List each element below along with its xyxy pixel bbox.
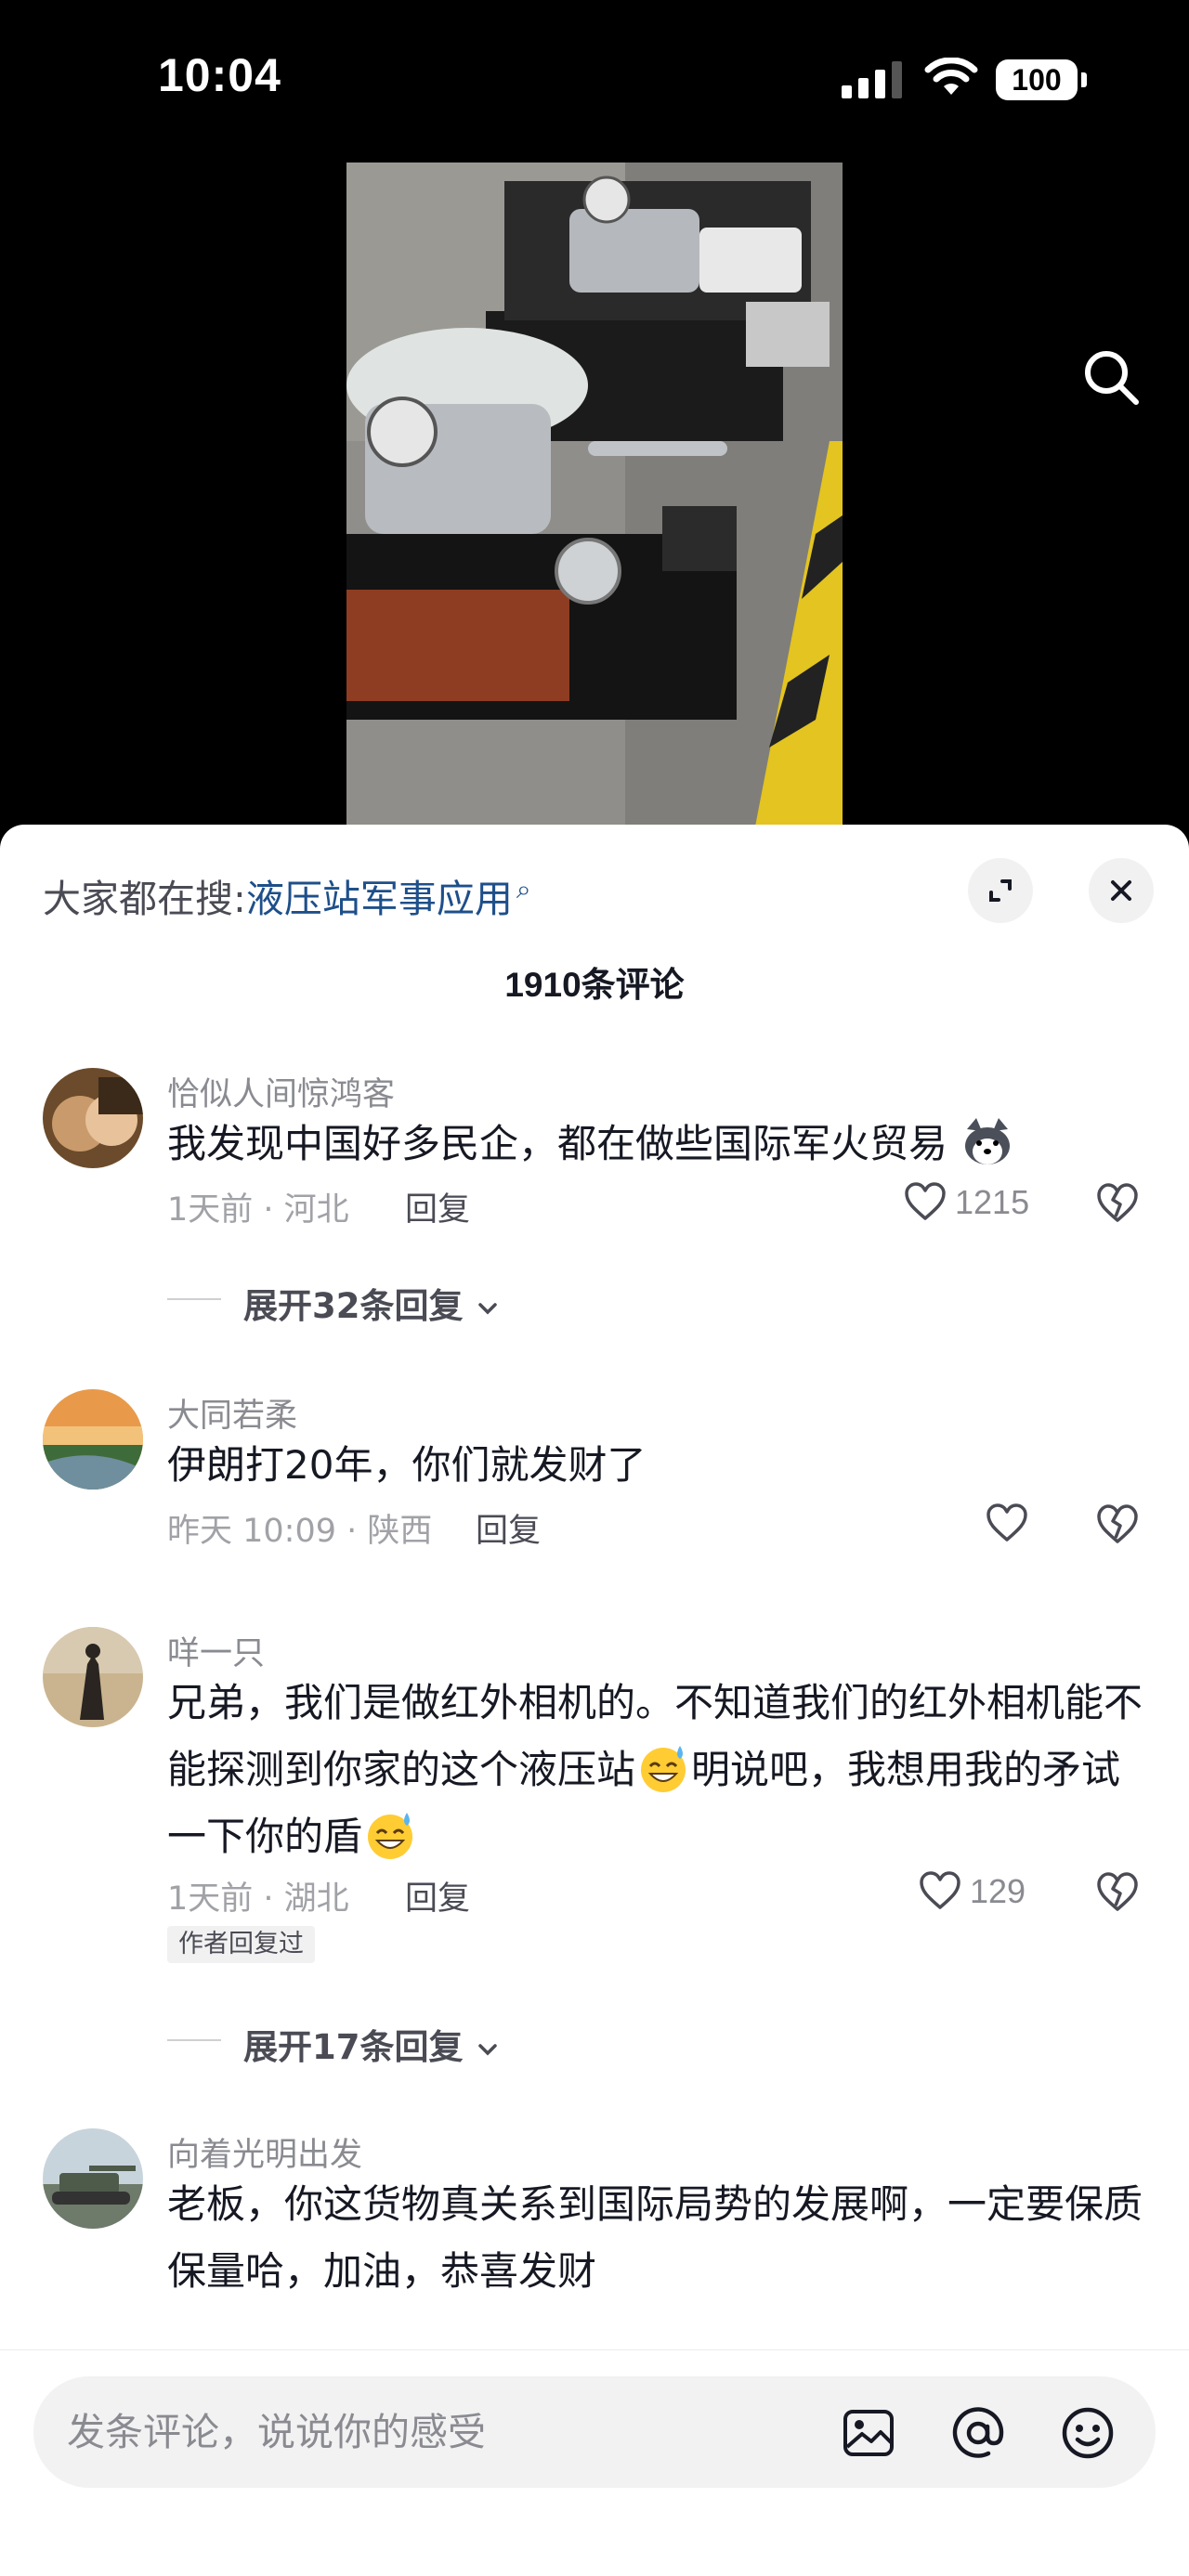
image-icon[interactable]: [840, 2404, 897, 2462]
avatar[interactable]: [43, 1068, 143, 1168]
comment-username[interactable]: 恰似人间惊鸿客: [167, 1068, 395, 1115]
battery-level: 100: [996, 59, 1078, 100]
comment-username[interactable]: 大同若柔: [167, 1389, 297, 1437]
like-count: 1215: [955, 1183, 1030, 1221]
at-icon[interactable]: [949, 2404, 1007, 2462]
broken-heart-icon[interactable]: [1094, 1868, 1141, 1915]
expand-sheet-button[interactable]: [968, 858, 1033, 923]
heart-icon: [986, 1503, 1027, 1542]
avatar[interactable]: [43, 1389, 143, 1490]
comment-count: 1910条评论: [504, 966, 685, 1004]
comment-text: 伊朗打20年，你们就发财了: [167, 1442, 647, 1488]
expand-icon: [989, 879, 1012, 902]
comment-meta: 1天前 · 河北: [167, 1191, 349, 1229]
husky-emoji-icon: [965, 1118, 1011, 1164]
like-button[interactable]: [985, 1501, 1040, 1547]
reply-button[interactable]: 回复: [405, 1872, 470, 1919]
comment-item: 向着光明出发 老板，你这货物真关系到国际局势的发展啊，一定要保质保量哈，加油，恭…: [0, 2128, 1189, 2361]
author-replied-badge: 作者回复过: [167, 1926, 315, 1963]
reply-button[interactable]: 回复: [476, 1504, 541, 1552]
comment-text: 我发现中国好多民企，都在做些国际军火贸易: [167, 1111, 1152, 1177]
heart-icon: [905, 1182, 946, 1220]
search-icon: ⌕: [516, 874, 531, 905]
hot-search-label: 大家都在搜:: [43, 877, 246, 921]
reply-button[interactable]: 回复: [405, 1183, 470, 1230]
broken-heart-icon[interactable]: [1094, 1179, 1141, 1226]
comment-username[interactable]: 咩一只: [167, 1627, 265, 1674]
comment-username[interactable]: 向着光明出发: [167, 2128, 362, 2176]
expand-replies-button[interactable]: 展开32条回复: [243, 1278, 501, 1328]
battery-indicator: 100: [996, 59, 1087, 100]
chevron-down-icon: [478, 1303, 498, 1315]
broken-heart-icon[interactable]: [1094, 1501, 1141, 1547]
comment-item: 大同若柔 伊朗打20年，你们就发财了 昨天 10:09 · 陕西 回复: [0, 1389, 1189, 1550]
like-button[interactable]: 1215: [903, 1179, 1042, 1226]
sweat-smile-emoji-icon: [641, 1746, 686, 1792]
comment-text: 老板，你这货物真关系到国际局势的发展啊，一定要保质保量哈，加油，恭喜发财: [167, 2181, 1143, 2294]
like-button[interactable]: 129: [918, 1868, 1048, 1915]
comment-item: 恰似人间惊鸿客 我发现中国好多民企，都在做些国际军火贸易 1天前 · 河北 回复…: [0, 1068, 1189, 1229]
sweat-smile-emoji-icon: [368, 1813, 413, 1859]
comment-meta: 昨天 10:09 · 陕西: [167, 1513, 433, 1550]
hot-search-keyword[interactable]: 液压站军事应用: [246, 877, 513, 921]
heart-icon: [920, 1871, 960, 1909]
close-sheet-button[interactable]: [1089, 858, 1154, 923]
status-time: 10:04: [158, 49, 281, 101]
expand-replies-button[interactable]: 展开17条回复: [243, 2019, 501, 2069]
close-icon: [1111, 880, 1131, 901]
chevron-down-icon: [478, 2044, 498, 2056]
comment-input-container: [33, 2376, 1156, 2488]
comment-meta: 1天前 · 湖北: [167, 1880, 349, 1918]
hot-search-suggestion[interactable]: 大家都在搜:液压站军事应用 ⌕: [43, 867, 531, 923]
avatar[interactable]: [43, 2128, 143, 2229]
comment-input-bar: [0, 2349, 1189, 2576]
comment-input[interactable]: [67, 2399, 829, 2465]
smiley-icon[interactable]: [1059, 2404, 1117, 2462]
comment-text: 兄弟，我们是做红外相机的。不知道我们的红外相机能不能探测到你家的这个液压站 明说…: [167, 1680, 1143, 1859]
status-bar: 10:04 100: [0, 0, 1189, 158]
like-count: 129: [970, 1872, 1026, 1910]
comment-sheet: 大家都在搜:液压站军事应用 ⌕ 1910条评论 恰似人间惊鸿客 我发现中国好多民企…: [0, 825, 1189, 2576]
cellular-signal-icon: [842, 61, 902, 98]
comment-item: 咩一只 兄弟，我们是做红外相机的。不知道我们的红外相机能不能探测到你家的这个液压…: [0, 1627, 1189, 1963]
video-thumbnail: [346, 163, 843, 826]
video-player[interactable]: [0, 158, 1189, 826]
avatar[interactable]: [43, 1627, 143, 1727]
search-icon[interactable]: [1078, 344, 1144, 410]
wifi-icon: [924, 58, 978, 95]
